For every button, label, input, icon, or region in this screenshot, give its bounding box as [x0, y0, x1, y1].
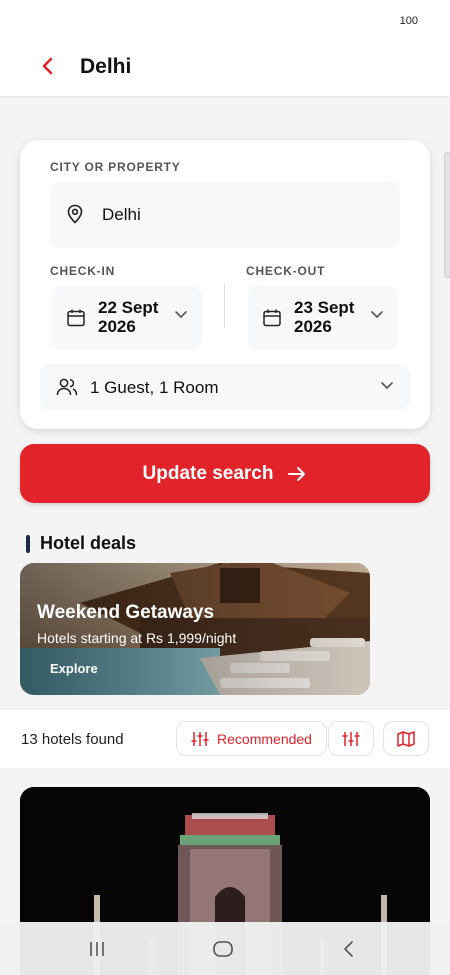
hotel-deals-title: Hotel deals	[40, 533, 137, 553]
city-label: CITY OR PROPERTY	[50, 160, 181, 174]
calendar-icon	[67, 309, 85, 327]
chevron-left-icon	[42, 57, 53, 75]
explore-link[interactable]: Explore	[50, 661, 98, 676]
back-arrow-icon	[344, 941, 353, 957]
results-toolbar: 13 hotels found Recommended	[0, 710, 450, 768]
checkout-date-value: 23 Sept 2026	[294, 298, 355, 336]
chevron-down-icon	[381, 382, 393, 390]
chevron-down-icon	[371, 311, 383, 319]
sort-recommended-button[interactable]: Recommended	[176, 721, 327, 756]
map-icon	[397, 730, 415, 747]
checkout-date-picker[interactable]: 23 Sept 2026	[248, 286, 398, 350]
home-icon	[213, 941, 233, 957]
update-search-label: Update search	[142, 462, 274, 484]
location-pin-icon	[67, 204, 83, 224]
recent-apps-button[interactable]	[82, 936, 112, 962]
search-card: CITY OR PROPERTY Delhi CHECK-IN CHECK-OU…	[20, 140, 430, 429]
chevron-down-icon	[175, 311, 187, 319]
guests-rooms-selector[interactable]: 1 Guest, 1 Room	[40, 364, 410, 410]
date-divider	[224, 284, 225, 328]
checkin-date-picker[interactable]: 22 Sept 2026	[52, 286, 202, 350]
filter-sliders-icon	[342, 731, 360, 746]
guests-icon	[56, 378, 78, 396]
map-view-button[interactable]	[383, 721, 429, 756]
battery-level: 100	[399, 15, 418, 27]
sort-label: Recommended	[217, 730, 312, 747]
page-title: Delhi	[80, 55, 132, 78]
update-search-button[interactable]: Update search	[20, 444, 430, 503]
system-navigation-bar	[0, 922, 450, 975]
status-bar: 100	[0, 0, 450, 38]
hotels-found-count: 13 hotels found	[21, 731, 124, 748]
filter-button[interactable]	[328, 721, 374, 756]
app-bar: Delhi	[0, 38, 450, 96]
checkin-date-value: 22 Sept 2026	[98, 298, 159, 336]
arrow-right-icon	[288, 466, 306, 481]
sort-sliders-icon	[191, 731, 209, 746]
back-button[interactable]	[34, 52, 62, 80]
system-back-button[interactable]	[334, 936, 364, 962]
weekend-getaways-deal-card[interactable]: Weekend Getaways Hotels starting at Rs 1…	[20, 563, 370, 695]
hotel-deals-heading: Hotel deals	[26, 533, 136, 554]
home-button[interactable]	[208, 936, 238, 962]
deal-subtitle: Hotels starting at Rs 1,999/night	[37, 630, 237, 646]
checkout-label: CHECK-OUT	[246, 264, 326, 278]
calendar-icon	[263, 309, 281, 327]
section-accent-bar	[26, 534, 30, 553]
deal-title: Weekend Getaways	[37, 602, 215, 623]
checkin-label: CHECK-IN	[50, 264, 116, 278]
guests-rooms-value: 1 Guest, 1 Room	[90, 378, 219, 397]
city-value: Delhi	[102, 205, 141, 224]
city-field[interactable]: Delhi	[50, 182, 400, 248]
recent-apps-icon	[90, 942, 104, 956]
scroll-indicator[interactable]	[444, 152, 450, 278]
